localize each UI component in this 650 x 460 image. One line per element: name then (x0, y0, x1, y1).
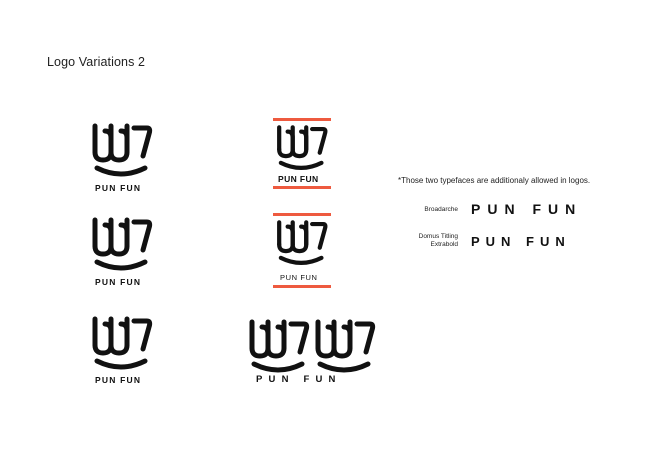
logo-wordmark: PUN FUN (95, 375, 142, 385)
hand-smile-icon (274, 124, 330, 173)
logo-variation-1 (89, 122, 155, 180)
logo-variation-4 (274, 124, 330, 173)
hand-smile-icon (312, 318, 378, 376)
hand-smile-icon (89, 216, 155, 274)
typeface-sample: PUN FUN (471, 201, 583, 217)
typeface-name-line1: Domus Titling (418, 233, 458, 240)
hand-smile-icon (89, 315, 155, 373)
hand-smile-icon (274, 219, 330, 268)
typeface-name-line2: Extrabold (430, 241, 458, 248)
accent-bar-bottom (273, 186, 331, 189)
accent-bar-bottom (273, 285, 331, 288)
hand-smile-icon (246, 318, 312, 376)
logo-wordmark: PUN FUN (95, 277, 142, 287)
accent-bar-top (273, 213, 331, 216)
page-title: Logo Variations 2 (47, 55, 146, 69)
logo-variation-6-right (312, 318, 378, 376)
logo-wordmark: PUN FUN (278, 174, 319, 184)
typeface-name-text: Broadarche (424, 206, 458, 213)
logo-wordmark: PUN FUN (95, 183, 142, 193)
typeface-note: *Those two typefaces are additionaly all… (398, 176, 591, 185)
logo-variation-3 (89, 315, 155, 373)
logo-wordmark: PUN FUN (280, 273, 318, 282)
accent-bar-top (273, 118, 331, 121)
typeface-name: Domus Titling Extrabold (398, 233, 458, 249)
logo-variation-5 (274, 219, 330, 268)
typeface-sample: PUN FUN (471, 234, 571, 249)
logo-variation-6-left (246, 318, 312, 376)
hand-smile-icon (89, 122, 155, 180)
logo-wordmark: PUN FUN (256, 374, 342, 385)
logo-variation-2 (89, 216, 155, 274)
typeface-name: Broadarche (398, 206, 458, 214)
